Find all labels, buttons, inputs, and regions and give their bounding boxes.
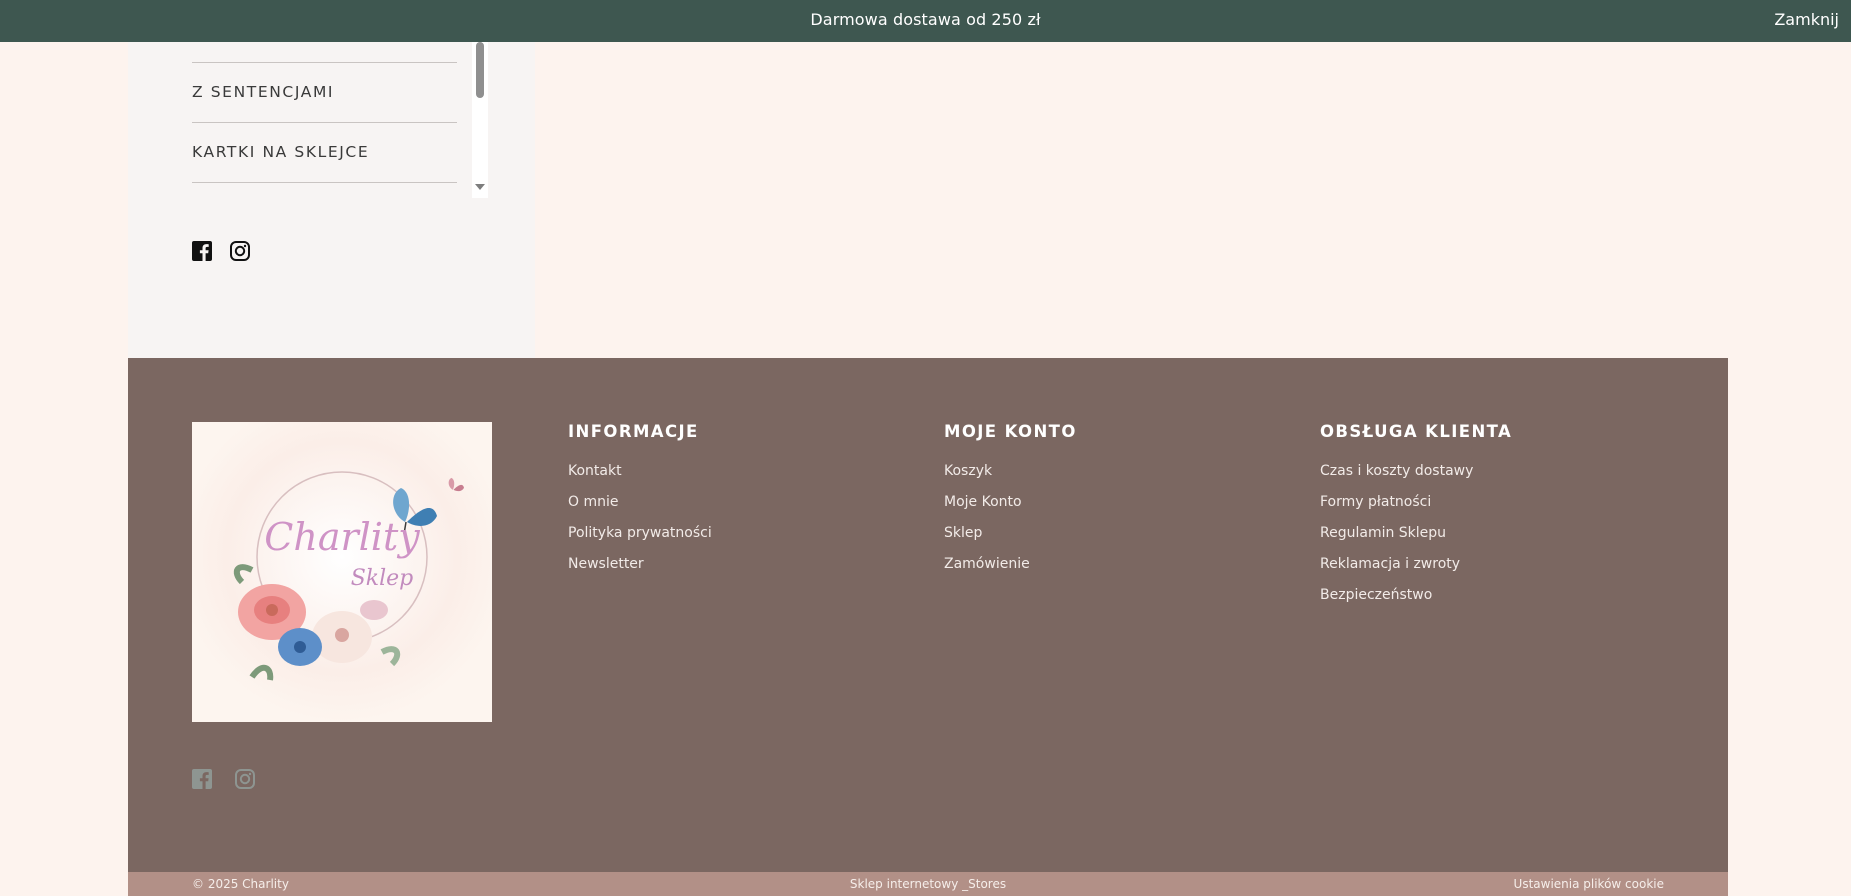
footer-column-informacje: INFORMACJE Kontakt O mnie Polityka prywa…	[568, 422, 712, 585]
footer-social-links	[192, 769, 255, 793]
footer-link-zamowienie[interactable]: Zamówienie	[944, 554, 1077, 585]
divider	[192, 182, 457, 183]
footer-link-sklep[interactable]: Sklep	[944, 523, 1077, 554]
close-announcement-button[interactable]: Zamknij	[1774, 10, 1839, 29]
footer-column-title: INFORMACJE	[568, 422, 699, 441]
facebook-icon[interactable]	[192, 241, 212, 261]
facebook-icon[interactable]	[192, 769, 212, 793]
logo-text-sklep: Sklep	[351, 566, 414, 591]
footer-link-bezpieczenstwo[interactable]: Bezpieczeństwo	[1320, 585, 1512, 616]
instagram-icon[interactable]	[235, 769, 255, 793]
sidebar-social-links	[192, 241, 250, 261]
category-list: Z SENTENCJAMI KARTKI NA SKLEJCE	[192, 42, 457, 183]
sidebar: Z SENTENCJAMI KARTKI NA SKLEJCE	[128, 42, 535, 358]
footer-link-formy-platnosci[interactable]: Formy płatności	[1320, 492, 1512, 523]
footer-bottom-bar: © 2025 Charlity Sklep internetowy _Store…	[128, 872, 1728, 896]
announcement-text: Darmowa dostawa od 250 zł	[810, 10, 1041, 29]
footer-link-reklamacja-i-zwroty[interactable]: Reklamacja i zwroty	[1320, 554, 1512, 585]
footer-link-polityka-prywatnosci[interactable]: Polityka prywatności	[568, 523, 712, 554]
footer-link-kontakt[interactable]: Kontakt	[568, 461, 712, 492]
footer-link-koszyk[interactable]: Koszyk	[944, 461, 1077, 492]
scroll-down-arrow-icon[interactable]	[475, 184, 485, 190]
instagram-icon[interactable]	[230, 241, 250, 261]
store-logo[interactable]: Charlity Sklep	[192, 422, 492, 722]
footer: Charlity Sklep INFORMACJE Kontakt O mnie…	[128, 358, 1728, 872]
announcement-bar: Darmowa dostawa od 250 zł Zamknij	[0, 0, 1851, 42]
footer-link-regulamin-sklepu[interactable]: Regulamin Sklepu	[1320, 523, 1512, 554]
footer-link-newsletter[interactable]: Newsletter	[568, 554, 712, 585]
footer-link-moje-konto[interactable]: Moje Konto	[944, 492, 1077, 523]
scrollbar-thumb[interactable]	[476, 42, 484, 98]
cookie-settings-link[interactable]: Ustawienia plików cookie	[1514, 877, 1664, 891]
footer-column-title: MOJE KONTO	[944, 422, 1077, 441]
category-item-z-sentencjami[interactable]: Z SENTENCJAMI	[192, 63, 457, 122]
category-scrollbar[interactable]	[472, 42, 488, 198]
footer-column-obsluga-klienta: OBSŁUGA KLIENTA Czas i koszty dostawy Fo…	[1320, 422, 1512, 616]
logo-text-charlity: Charlity	[264, 515, 420, 559]
footer-column-moje-konto: MOJE KONTO Koszyk Moje Konto Sklep Zamów…	[944, 422, 1077, 585]
footer-link-czas-i-koszty-dostawy[interactable]: Czas i koszty dostawy	[1320, 461, 1512, 492]
footer-link-o-mnie[interactable]: O mnie	[568, 492, 712, 523]
platform-link[interactable]: Sklep internetowy _Stores	[128, 877, 1728, 891]
category-item-kartki-na-sklejce[interactable]: KARTKI NA SKLEJCE	[192, 123, 457, 182]
footer-column-title: OBSŁUGA KLIENTA	[1320, 422, 1513, 441]
